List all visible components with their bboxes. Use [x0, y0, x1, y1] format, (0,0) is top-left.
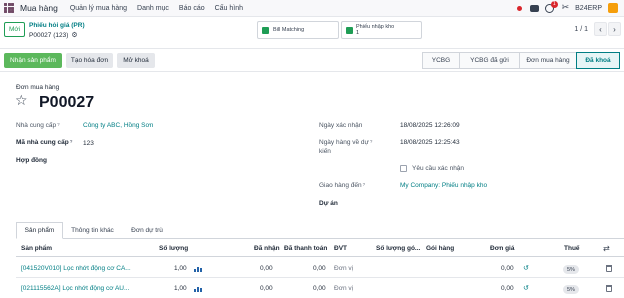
- table-header-divider: [16, 256, 624, 257]
- col-header-received[interactable]: Đã nhận: [254, 245, 280, 252]
- row-1-received[interactable]: 0,00: [260, 265, 273, 272]
- apps-menu-icon[interactable]: [4, 3, 14, 13]
- order-number: P00027: [39, 94, 95, 111]
- row-1-billed[interactable]: 0,00: [313, 265, 326, 272]
- breadcrumb-parent[interactable]: Phiếu hỏi giá (PR): [29, 22, 85, 29]
- activity-badge: 1: [550, 0, 558, 8]
- contract-label: Hợp đồng: [16, 157, 47, 164]
- row-1-tax-badge[interactable]: 5%: [563, 265, 579, 274]
- create-bill-button[interactable]: Tạo hóa đơn: [66, 53, 113, 68]
- row-2-billed[interactable]: 0,00: [313, 285, 326, 292]
- deliver-to-field[interactable]: My Company: Phiếu nhập kho: [400, 182, 487, 189]
- row-1-product[interactable]: [041520V010] Lọc nhớt động cơ CA...: [21, 265, 131, 272]
- col-header-product[interactable]: Sản phẩm: [21, 245, 52, 252]
- row-1-delete-icon[interactable]: [606, 265, 612, 272]
- gear-icon[interactable]: ⚙: [71, 31, 77, 39]
- row-2-uom[interactable]: Đơn vị: [334, 285, 353, 292]
- stage-purchase-order[interactable]: Đơn mua hàng: [519, 52, 576, 69]
- tab-other-info[interactable]: Thông tin khác: [63, 222, 122, 239]
- order-type-label: Đơn mua hàng: [16, 84, 60, 91]
- action-bar: Nhận sản phẩm Tạo hóa đơn Mở khoá YCBG Y…: [0, 48, 624, 72]
- row-2-delete-icon[interactable]: [606, 285, 612, 292]
- stage-locked[interactable]: Đã khoá: [576, 52, 620, 69]
- col-header-taxes[interactable]: Thuế: [564, 245, 580, 252]
- vendor-code-field[interactable]: 123: [83, 140, 94, 147]
- top-navbar: Mua hàng Quản lý mua hàng Danh mục Báo c…: [0, 0, 624, 17]
- company-switcher[interactable]: B24ERP: [575, 5, 602, 12]
- systray: 1 ✂ B24ERP: [516, 0, 618, 13]
- tools-icon[interactable]: ✂: [562, 3, 570, 13]
- reset-price-icon[interactable]: ↺: [523, 264, 529, 272]
- deliver-to-label: Giao hàng đến?: [319, 182, 366, 189]
- row-2-received[interactable]: 0,00: [260, 285, 273, 292]
- ask-confirmation-checkbox[interactable]: [400, 165, 407, 172]
- row-2-unit-price[interactable]: 0,00: [501, 285, 514, 292]
- user-avatar[interactable]: [608, 3, 618, 13]
- expected-arrival-label: Ngày hàng về dự?: [319, 139, 373, 146]
- menu-item-catalog[interactable]: Danh mục: [137, 5, 169, 12]
- unlock-button[interactable]: Mở khoá: [117, 53, 155, 68]
- row-1-uom[interactable]: Đơn vị: [334, 265, 353, 272]
- bill-matching-icon: [262, 26, 269, 34]
- receive-products-button[interactable]: Nhận sản phẩm: [4, 53, 62, 68]
- project-label: Dự án: [319, 200, 338, 207]
- bill-matching-button[interactable]: Bill Matching: [257, 21, 339, 39]
- stage-rfq-sent[interactable]: YCBG đã gửi: [459, 52, 519, 69]
- row-1-quantity[interactable]: 1,00: [174, 265, 187, 272]
- stage-rfq[interactable]: YCBG: [422, 52, 459, 69]
- bill-matching-label: Bill Matching: [273, 27, 305, 33]
- activity-clock-icon[interactable]: 1: [544, 0, 558, 13]
- reset-price-icon[interactable]: ↺: [523, 284, 529, 292]
- menu-item-configuration[interactable]: Cấu hình: [215, 5, 243, 12]
- app-name[interactable]: Mua hàng: [20, 3, 58, 13]
- forecast-chart-icon[interactable]: [194, 286, 203, 292]
- menu-item-purchase-management[interactable]: Quản lý mua hàng: [70, 5, 127, 12]
- status-dot-icon[interactable]: [516, 5, 522, 11]
- vendor-code-label: Mã nhà cung cấp?: [16, 139, 73, 146]
- forecast-chart-icon[interactable]: [194, 266, 203, 272]
- chat-icon[interactable]: [529, 4, 539, 12]
- breadcrumb-current-label: P00027 (123): [29, 31, 69, 39]
- tab-products[interactable]: Sản phẩm: [16, 222, 63, 239]
- row-divider: [16, 277, 624, 278]
- pager-next-button[interactable]: ›: [608, 22, 621, 36]
- ask-confirmation-label: Yêu cầu xác nhận: [412, 165, 465, 172]
- row-2-product[interactable]: [021115562A] Lọc nhớt động cơ AU...: [21, 285, 129, 292]
- row-2-quantity[interactable]: 1,00: [174, 285, 187, 292]
- priority-star-icon[interactable]: ☆: [15, 93, 28, 109]
- breadcrumb-current: P00027 (123) ⚙: [29, 31, 78, 39]
- pager-value[interactable]: 1 / 1: [574, 26, 588, 33]
- pager-previous-button[interactable]: ‹: [594, 22, 607, 36]
- row-2-tax-badge[interactable]: 5%: [563, 285, 579, 294]
- col-header-uom[interactable]: ĐVT: [334, 245, 347, 252]
- notebook-tabs: Sản phẩm Thông tin khác Đơn dự trù: [16, 222, 624, 239]
- optional-columns-icon[interactable]: ⇄: [603, 244, 610, 253]
- expected-arrival-label-line2: kiến: [319, 148, 331, 155]
- vendor-field[interactable]: Công ty ABC, Hồng Sơn: [83, 122, 153, 129]
- confirm-date-label: Ngày xác nhận: [319, 122, 363, 129]
- main-menu: Quản lý mua hàng Danh mục Báo cáo Cấu hì…: [70, 5, 253, 12]
- vendor-label: Nhà cung cấp?: [16, 122, 60, 129]
- status-bar: YCBG YCBG đã gửi Đơn mua hàng Đã khoá: [422, 52, 620, 69]
- col-header-packaging[interactable]: Gói hàng: [426, 245, 454, 252]
- menu-item-reporting[interactable]: Báo cáo: [179, 5, 205, 12]
- truck-icon: [346, 27, 353, 34]
- row-1-unit-price[interactable]: 0,00: [501, 265, 514, 272]
- receipts-smart-button[interactable]: Phiếu nhập kho 1: [341, 21, 422, 39]
- col-header-packaging-qty[interactable]: Số lượng gó...: [376, 245, 420, 252]
- receipts-label: Phiếu nhập kho: [356, 24, 395, 30]
- confirm-date-field[interactable]: 18/08/2025 12:26:09: [400, 122, 460, 129]
- tab-requisitions[interactable]: Đơn dự trù: [122, 222, 172, 239]
- col-header-quantity[interactable]: Số lượng: [159, 245, 188, 252]
- col-header-unit-price[interactable]: Đơn giá: [490, 245, 514, 252]
- expected-arrival-field[interactable]: 18/08/2025 12:25:43: [400, 139, 460, 146]
- receipts-count: 1: [356, 30, 360, 36]
- col-header-billed[interactable]: Đã thanh toán: [284, 245, 327, 252]
- new-button[interactable]: Mới: [4, 22, 25, 37]
